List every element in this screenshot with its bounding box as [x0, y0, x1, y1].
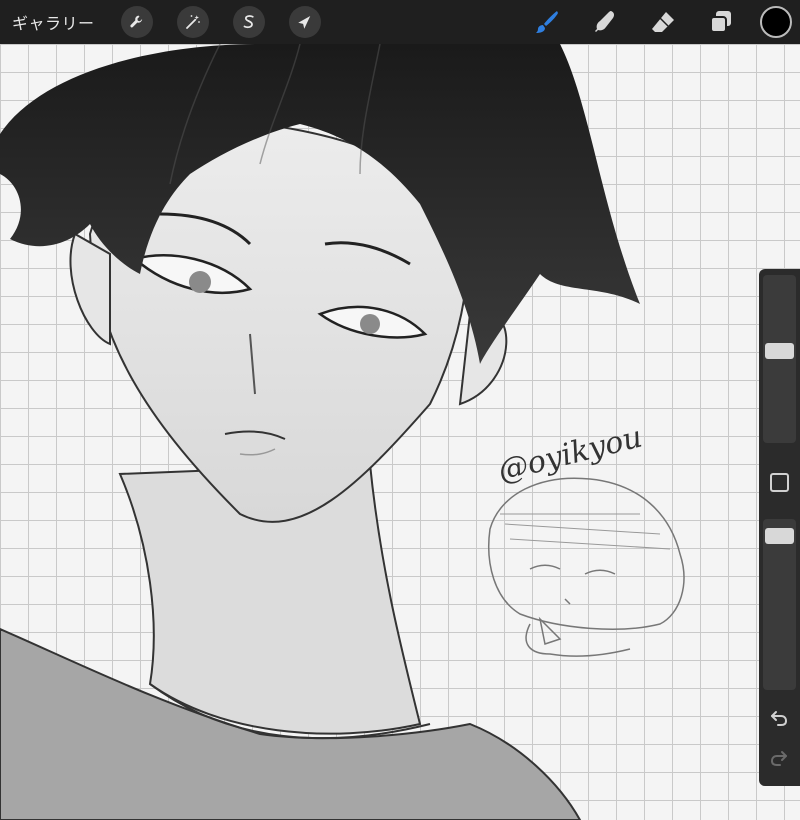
arrow-cursor-icon [297, 16, 310, 29]
wrench-icon [129, 15, 142, 28]
gallery-button[interactable]: ギャラリー [12, 10, 95, 34]
drawing-canvas[interactable]: @oyikyou [0, 44, 800, 820]
undo-button[interactable] [768, 707, 790, 729]
square-modify-icon[interactable] [770, 473, 789, 492]
brush-tool-button[interactable] [529, 4, 565, 40]
layers-icon [710, 11, 731, 33]
eraser-tool-button[interactable] [645, 4, 681, 40]
color-picker-button[interactable] [760, 6, 792, 38]
smudge-tool-button[interactable] [587, 4, 623, 40]
artwork-illustration [0, 44, 685, 820]
opacity-slider[interactable] [763, 519, 796, 690]
smudge-finger-icon [595, 11, 615, 32]
top-toolbar: ギャラリー [0, 0, 800, 44]
layers-button[interactable] [703, 4, 739, 40]
eraser-icon [652, 12, 674, 32]
tool-group-right [518, 0, 800, 44]
brush-size-slider[interactable] [763, 275, 796, 443]
transform-button[interactable] [288, 6, 321, 38]
brush-size-handle[interactable] [765, 343, 794, 359]
redo-button[interactable] [768, 747, 790, 769]
brush-icon [536, 11, 558, 33]
undo-icon [771, 711, 788, 726]
selection-button[interactable] [232, 6, 265, 38]
adjustments-button[interactable] [176, 6, 209, 38]
selection-s-icon [243, 15, 254, 29]
opacity-handle[interactable] [765, 528, 794, 544]
side-bar [759, 269, 800, 786]
magic-wand-icon [185, 15, 200, 29]
actions-button[interactable] [120, 6, 153, 38]
redo-icon [770, 751, 787, 766]
